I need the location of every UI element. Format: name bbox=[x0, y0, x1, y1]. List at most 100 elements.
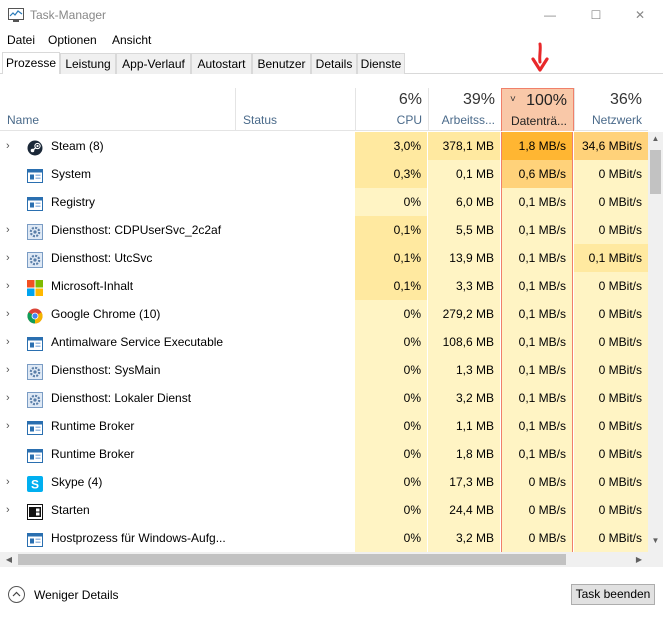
scroll-down-icon[interactable]: ▼ bbox=[648, 536, 663, 550]
disk-value: 0,1 MB/s bbox=[501, 440, 573, 468]
tab-prozesse[interactable]: Prozesse bbox=[2, 52, 60, 74]
menu-ansicht[interactable]: Ansicht bbox=[112, 33, 151, 47]
maximize-button[interactable]: ☐ bbox=[573, 0, 619, 30]
process-name: Diensthost: SysMain bbox=[51, 363, 161, 377]
expand-chevron-icon[interactable]: › bbox=[6, 244, 20, 272]
table-row[interactable]: › Google Chrome (10) 0% 279,2 MB 0,1 MB/s 0 M… bbox=[0, 300, 648, 328]
process-name: Diensthost: CDPUserSvc_2c2af bbox=[51, 223, 222, 237]
table-row[interactable]: Registry 0% 6,0 MB 0,1 MB/s 0 MBit/s bbox=[0, 188, 648, 216]
horizontal-scroll-thumb[interactable] bbox=[18, 554, 566, 565]
expand-chevron-icon[interactable]: › bbox=[6, 216, 20, 244]
tab-benutzer[interactable]: Benutzer bbox=[252, 53, 311, 74]
close-button[interactable]: ✕ bbox=[617, 0, 663, 30]
tab-autostart[interactable]: Autostart bbox=[191, 53, 252, 74]
table-row[interactable]: › Diensthost: SysMain 0% 1,3 MB 0,1 MB/s 0 MB… bbox=[0, 356, 648, 384]
disk-value: 1,8 MB/s bbox=[501, 132, 573, 160]
memory-value: 0,1 MB bbox=[428, 160, 500, 188]
table-row[interactable]: › Microsoft-Inhalt 0,1% 3,3 MB 0,1 MB/s 0 MBi… bbox=[0, 272, 648, 300]
expand-chevron-icon[interactable]: › bbox=[6, 496, 20, 524]
end-task-button[interactable]: Task beenden bbox=[571, 584, 655, 605]
scroll-left-icon[interactable]: ◀ bbox=[2, 552, 16, 567]
disk-value: 0,1 MB/s bbox=[501, 188, 573, 216]
minimize-button[interactable]: — bbox=[527, 0, 573, 30]
table-row[interactable]: › Steam (8) 3,0% 378,1 MB 1,8 MB/s 34,6 MBit/… bbox=[0, 132, 648, 160]
vertical-scroll-thumb[interactable] bbox=[650, 150, 661, 194]
table-row[interactable]: › S Skype (4) 0% 17,3 MB 0 MB/s 0 MBit/s bbox=[0, 468, 648, 496]
vertical-scrollbar[interactable]: ▲ ▼ bbox=[648, 132, 663, 552]
cpu-value: 0,3% bbox=[355, 160, 427, 188]
expand-chevron-icon[interactable]: › bbox=[6, 468, 20, 496]
gear-icon bbox=[27, 362, 43, 380]
disk-value: 0,1 MB/s bbox=[501, 244, 573, 272]
table-row[interactable]: › Diensthost: Lokaler Dienst 0% 3,2 MB 0,1 M… bbox=[0, 384, 648, 412]
expand-chevron-icon[interactable]: › bbox=[6, 412, 20, 440]
disk-value: 0,1 MB/s bbox=[501, 216, 573, 244]
network-value: 0 MBit/s bbox=[574, 300, 648, 328]
window-icon bbox=[27, 446, 43, 463]
cpu-total: 6% bbox=[398, 91, 422, 108]
disk-value: 0,1 MB/s bbox=[501, 412, 573, 440]
window-icon bbox=[27, 530, 43, 547]
process-status bbox=[236, 160, 354, 188]
memory-value: 5,5 MB bbox=[428, 216, 500, 244]
annotation-arrow-icon bbox=[531, 42, 549, 72]
table-row[interactable]: System 0,3% 0,1 MB 0,6 MB/s 0 MBit/s bbox=[0, 160, 648, 188]
table-row[interactable]: › Diensthost: UtcSvc 0,1% 13,9 MB 0,1 MB/s 0,… bbox=[0, 244, 648, 272]
window-icon bbox=[27, 334, 43, 351]
network-value: 0 MBit/s bbox=[574, 328, 648, 356]
chrome-icon bbox=[27, 306, 43, 324]
network-value: 0 MBit/s bbox=[574, 188, 648, 216]
table-row[interactable]: › Antimalware Service Executable 0% 108,6 M… bbox=[0, 328, 648, 356]
memory-value: 3,2 MB bbox=[428, 524, 500, 552]
network-value: 0 MBit/s bbox=[574, 412, 648, 440]
gear-icon bbox=[27, 222, 43, 240]
memory-value: 1,1 MB bbox=[428, 412, 500, 440]
column-memory-header[interactable]: 39% Arbeitss... bbox=[428, 88, 501, 131]
column-status-header[interactable]: Status bbox=[235, 88, 355, 131]
expand-chevron-icon[interactable]: › bbox=[6, 272, 20, 300]
cpu-value: 0% bbox=[355, 496, 427, 524]
memory-value: 378,1 MB bbox=[428, 132, 500, 160]
table-row[interactable]: Runtime Broker 0% 1,8 MB 0,1 MB/s 0 MBit/s bbox=[0, 440, 648, 468]
scroll-right-icon[interactable]: ▶ bbox=[632, 552, 646, 567]
column-name-header[interactable]: Name bbox=[0, 88, 235, 131]
chevron-up-circle-icon[interactable] bbox=[8, 586, 25, 603]
process-name: Antimalware Service Executable bbox=[51, 335, 224, 349]
scroll-up-icon[interactable]: ▲ bbox=[648, 134, 663, 148]
cpu-value: 0% bbox=[355, 384, 427, 412]
column-network-header[interactable]: 36% Netzwerk bbox=[574, 88, 648, 131]
memory-total: 39% bbox=[462, 91, 495, 108]
expand-chevron-icon[interactable]: › bbox=[6, 384, 20, 412]
column-cpu-header[interactable]: 6% CPU bbox=[355, 88, 428, 131]
tab-dienste[interactable]: Dienste bbox=[357, 53, 405, 74]
menu-datei[interactable]: Datei bbox=[7, 33, 35, 47]
table-row[interactable]: Hostprozess für Windows-Aufg... 0% 3,2 MB 0… bbox=[0, 524, 648, 552]
expand-chevron-icon[interactable]: › bbox=[6, 300, 20, 328]
expand-chevron-icon[interactable]: › bbox=[6, 356, 20, 384]
disk-total: 100% bbox=[526, 92, 567, 109]
expand-chevron-icon[interactable]: › bbox=[6, 132, 20, 160]
cpu-value: 0% bbox=[355, 468, 427, 496]
horizontal-scrollbar[interactable]: ◀ ▶ bbox=[0, 552, 648, 567]
table-row[interactable]: › Diensthost: CDPUserSvc_2c2af 0,1% 5,5 MB 0… bbox=[0, 216, 648, 244]
fewer-details-link[interactable]: Weniger Details bbox=[34, 588, 118, 602]
process-status bbox=[236, 384, 354, 412]
expand-chevron-icon[interactable]: › bbox=[6, 328, 20, 356]
tab-app-verlauf[interactable]: App-Verlauf bbox=[116, 53, 191, 74]
process-status bbox=[236, 440, 354, 468]
tab-leistung[interactable]: Leistung bbox=[60, 53, 116, 74]
expand-chevron-icon bbox=[6, 524, 20, 552]
menu-optionen[interactable]: Optionen bbox=[48, 33, 97, 47]
gear-icon bbox=[27, 390, 43, 408]
table-row[interactable]: › Starten 0% 24,4 MB 0 MB/s 0 MBit/s bbox=[0, 496, 648, 524]
cpu-value: 0% bbox=[355, 440, 427, 468]
table-row[interactable]: › Runtime Broker 0% 1,1 MB 0,1 MB/s 0 MBit/s bbox=[0, 412, 648, 440]
column-disk-header[interactable]: ˅ 100% Datenträ... bbox=[501, 88, 574, 131]
title-bar: Task-Manager — ☐ ✕ bbox=[0, 0, 663, 30]
tab-details[interactable]: Details bbox=[311, 53, 357, 74]
process-status bbox=[236, 132, 354, 160]
process-name: Runtime Broker bbox=[51, 447, 135, 461]
window-icon bbox=[27, 194, 43, 211]
memory-value: 17,3 MB bbox=[428, 468, 500, 496]
process-list: › Steam (8) 3,0% 378,1 MB 1,8 MB/s 34,6 MBit/… bbox=[0, 132, 648, 552]
